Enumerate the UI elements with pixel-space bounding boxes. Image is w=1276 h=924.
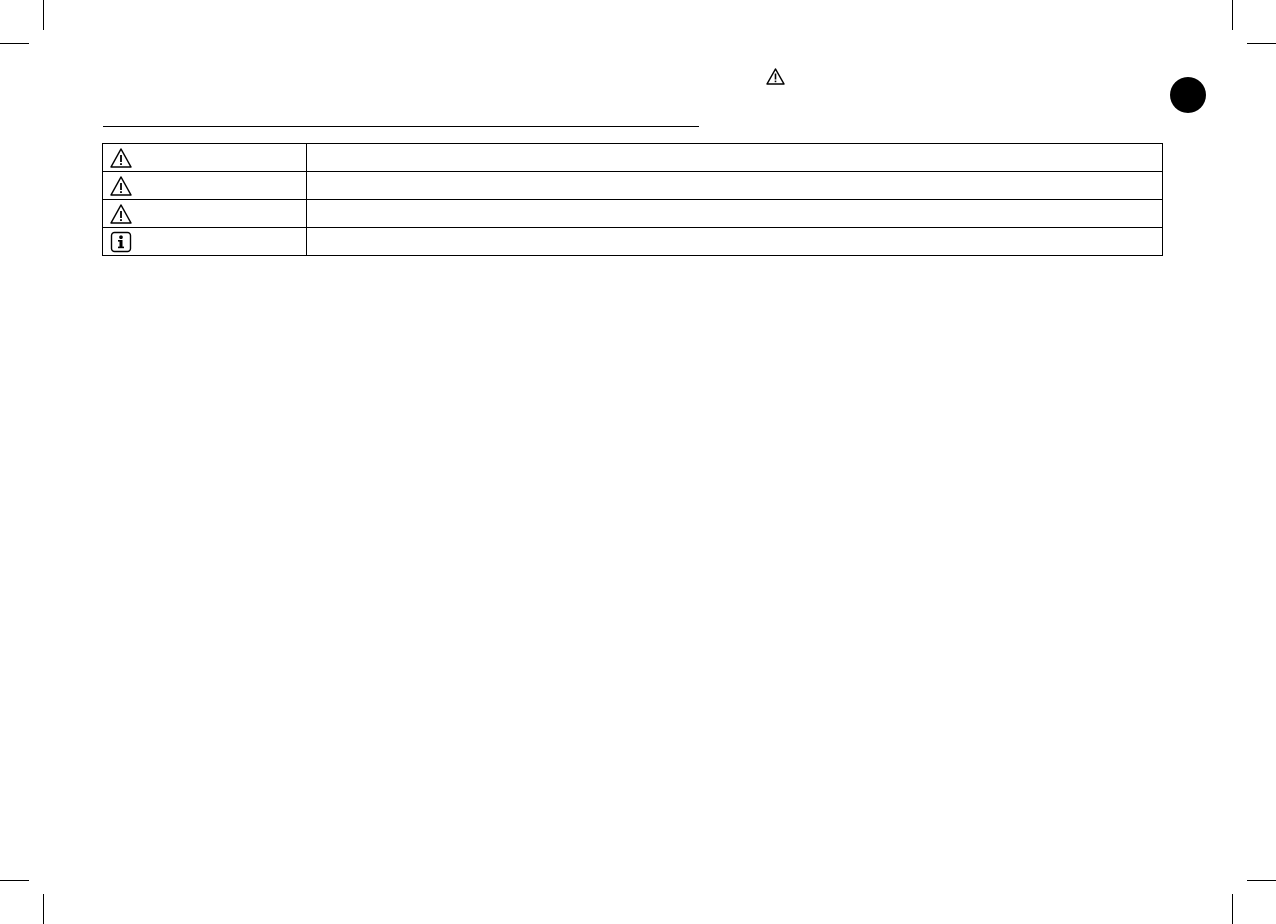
crop-mark	[0, 880, 29, 881]
symbol-legend-table	[102, 143, 1163, 256]
table-row	[102, 199, 1163, 228]
table-row	[102, 171, 1163, 200]
description-cell	[306, 227, 1163, 256]
information-icon	[110, 231, 132, 252]
table-row	[102, 227, 1163, 256]
warning-triangle-icon	[110, 203, 132, 224]
symbol-cell	[102, 227, 307, 256]
symbol-cell	[102, 143, 307, 172]
page-marker	[1170, 77, 1206, 113]
table-row	[102, 143, 1163, 172]
description-cell	[306, 199, 1163, 228]
warning-triangle-icon	[110, 175, 132, 196]
crop-mark	[0, 43, 29, 44]
symbol-cell	[102, 199, 307, 228]
warning-triangle-icon	[766, 68, 785, 85]
symbol-cell	[102, 171, 307, 200]
crop-mark	[43, 0, 44, 30]
description-cell	[306, 143, 1163, 172]
header-rule	[103, 126, 699, 127]
crop-mark	[1247, 43, 1276, 44]
crop-mark	[1232, 0, 1233, 30]
warning-triangle-icon	[110, 147, 132, 168]
crop-mark	[43, 894, 44, 924]
description-cell	[306, 171, 1163, 200]
crop-mark	[1232, 894, 1233, 924]
crop-mark	[1247, 880, 1276, 881]
